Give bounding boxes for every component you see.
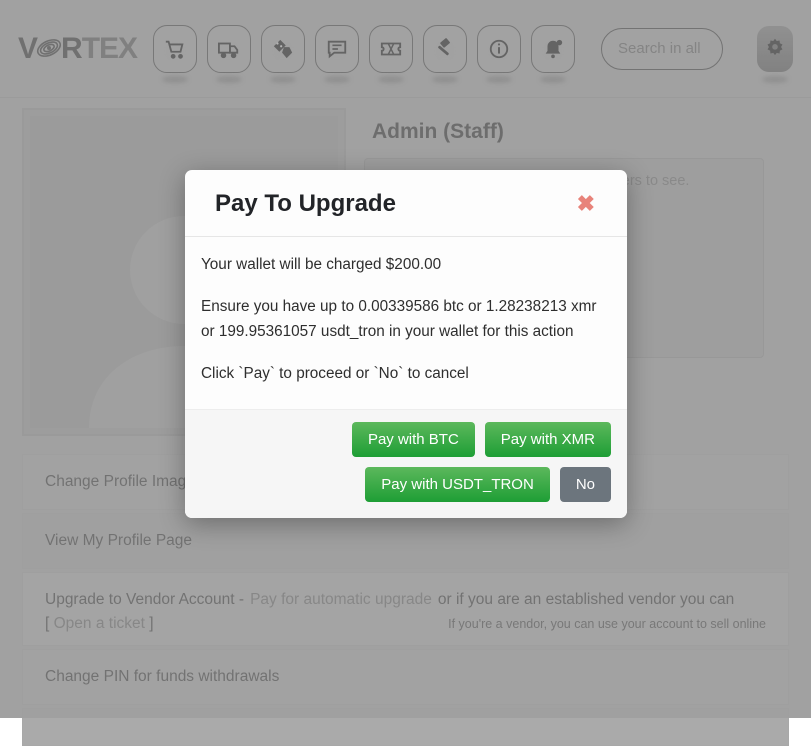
pay-with-btc-button[interactable]: Pay with BTC bbox=[352, 422, 475, 457]
pay-to-upgrade-modal: Pay To Upgrade ✖ Your wallet will be cha… bbox=[185, 170, 627, 518]
crypto-requirements-text: Ensure you have up to 0.00339586 btc or … bbox=[201, 295, 611, 344]
pay-with-usdt-tron-button[interactable]: Pay with USDT_TRON bbox=[365, 467, 550, 502]
pay-with-xmr-button[interactable]: Pay with XMR bbox=[485, 422, 611, 457]
modal-title: Pay To Upgrade bbox=[215, 190, 396, 218]
no-button[interactable]: No bbox=[560, 467, 611, 502]
modal-body: Your wallet will be charged $200.00 Ensu… bbox=[185, 237, 627, 409]
close-icon[interactable]: ✖ bbox=[571, 191, 601, 217]
charge-amount-text: Your wallet will be charged $200.00 bbox=[201, 253, 611, 277]
instructions-text: Click `Pay` to proceed or `No` to cancel bbox=[201, 362, 611, 386]
modal-header: Pay To Upgrade ✖ bbox=[185, 170, 627, 237]
modal-footer: Pay with BTC Pay with XMR Pay with USDT_… bbox=[185, 409, 627, 518]
